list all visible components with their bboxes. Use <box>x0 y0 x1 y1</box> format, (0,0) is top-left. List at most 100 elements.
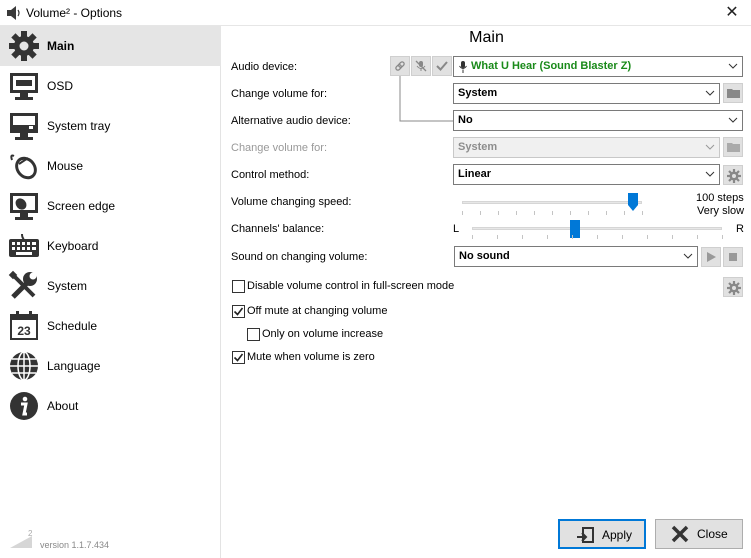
slider-tick <box>472 235 473 239</box>
speed-slider-thumb[interactable] <box>628 193 638 211</box>
stop-icon <box>729 253 737 261</box>
sidebar-item-osd[interactable]: OSD <box>0 66 221 106</box>
microphone-icon <box>459 61 467 73</box>
sidebar-item-system-tray[interactable]: System tray <box>0 106 221 146</box>
sound-select[interactable]: No sound <box>454 246 698 267</box>
slider-tick <box>722 235 723 239</box>
balance-slider-track[interactable] <box>472 227 722 230</box>
sidebar-item-label: Keyboard <box>47 239 99 253</box>
only-increase-checkbox-label: Only on volume increase <box>262 328 384 340</box>
slider-tick <box>597 235 598 239</box>
off-mute-checkbox-label: Off mute at changing volume <box>247 305 388 317</box>
control-method-select[interactable]: Linear <box>453 164 720 185</box>
mic-off-icon <box>415 60 427 72</box>
change-volume-for-alt-select[interactable]: System <box>453 137 720 158</box>
off-mute-checkbox[interactable] <box>232 305 245 318</box>
sidebar-item-screen-edge[interactable]: Screen edge <box>0 186 221 226</box>
balance-left-label: L <box>453 223 460 235</box>
alt-audio-device-value: No <box>458 114 473 126</box>
sidebar-item-label: Language <box>47 359 101 373</box>
sidebar-item-label: Screen edge <box>47 199 116 213</box>
confirm-device-button[interactable] <box>432 56 452 76</box>
slider-tick <box>588 211 589 215</box>
sidebar-item-label: About <box>47 399 79 413</box>
slider-tick <box>462 211 463 215</box>
mic-mute-button[interactable] <box>411 56 431 76</box>
checkmark-icon <box>233 307 244 316</box>
stop-sound-button[interactable] <box>723 247 743 267</box>
only-increase-checkbox[interactable] <box>247 328 260 341</box>
slider-tick <box>624 211 625 215</box>
slider-tick <box>672 235 673 239</box>
slider-tick <box>516 211 517 215</box>
slider-tick <box>534 211 535 215</box>
close-label: Close <box>697 527 728 541</box>
sidebar-item-system[interactable]: System <box>0 266 221 306</box>
slider-tick <box>642 211 643 215</box>
speed-label: Volume changing speed: <box>231 196 352 208</box>
change-volume-for-value: System <box>458 87 498 99</box>
speed-caption: Very slow <box>697 205 745 217</box>
change-volume-for-select[interactable]: System <box>453 83 720 104</box>
sidebar-item-label: Schedule <box>47 319 98 333</box>
close-icon <box>671 525 689 543</box>
balance-slider-thumb[interactable] <box>569 220 580 238</box>
alt-audio-device-label: Alternative audio device: <box>231 115 351 127</box>
speed-slider-track[interactable] <box>462 201 642 204</box>
mute-zero-checkbox[interactable] <box>232 351 245 364</box>
folder-icon <box>727 143 740 152</box>
sidebar-item-label: System <box>47 279 88 293</box>
fullscreen-settings-button[interactable] <box>723 277 743 297</box>
chevron-down-icon <box>683 253 693 259</box>
sidebar-item-label: OSD <box>47 79 74 93</box>
page-title: Main <box>469 29 504 46</box>
sound-value: No sound <box>459 250 510 262</box>
speed-steps: 100 steps <box>696 192 744 204</box>
mute-zero-checkbox-label: Mute when volume is zero <box>247 351 375 363</box>
title-bar: Volume² - Options ✕ <box>0 0 751 26</box>
alt-audio-device-select[interactable]: No <box>453 110 743 131</box>
sound-label: Sound on changing volume: <box>231 251 368 263</box>
mouse-icon <box>10 154 37 180</box>
audio-device-label: Audio device: <box>231 61 298 73</box>
browse-app-button[interactable] <box>723 83 743 103</box>
chevron-down-icon <box>728 63 738 69</box>
window-close-button[interactable]: ✕ <box>717 2 747 24</box>
close-button[interactable]: Close <box>655 519 743 549</box>
sidebar-item-main[interactable]: Main <box>0 26 221 66</box>
sidebar-item-keyboard[interactable]: Keyboard <box>0 226 221 266</box>
fullscreen-checkbox[interactable] <box>232 280 245 293</box>
sidebar-item-label: Main <box>47 39 75 53</box>
gear-icon <box>9 31 39 61</box>
slider-tick <box>606 211 607 215</box>
speaker-app-icon <box>7 6 20 20</box>
slider-tick <box>697 235 698 239</box>
slider-tick <box>547 235 548 239</box>
slider-tick <box>570 211 571 215</box>
info-icon <box>10 392 38 420</box>
screen-edge-icon <box>10 193 38 220</box>
sidebar-item-language[interactable]: Language <box>0 346 221 386</box>
apply-button[interactable]: Apply <box>558 519 646 549</box>
link-button[interactable] <box>390 56 410 76</box>
control-method-value: Linear <box>458 168 492 180</box>
slider-tick <box>522 235 523 239</box>
sidebar-item-schedule[interactable]: 23 Schedule <box>0 306 221 346</box>
audio-device-select[interactable]: What U Hear (Sound Blaster Z) <box>453 56 743 77</box>
slider-tick <box>497 235 498 239</box>
change-volume-for-label: Change volume for: <box>231 88 327 100</box>
play-icon <box>707 252 716 262</box>
audio-device-value: What U Hear (Sound Blaster Z) <box>471 60 632 72</box>
play-sound-button[interactable] <box>701 247 721 267</box>
chevron-down-icon <box>705 171 715 177</box>
globe-icon <box>10 351 38 381</box>
browse-alt-app-button[interactable] <box>723 137 743 157</box>
wrench-screwdriver-icon <box>8 270 37 299</box>
control-method-settings-button[interactable] <box>723 165 743 185</box>
main-panel: Main Audio device: What U Hear (Sound Bl… <box>222 26 751 558</box>
change-volume-for-alt-label: Change volume for: <box>231 142 327 154</box>
sidebar-item-about[interactable]: About <box>0 386 221 426</box>
slider-tick <box>552 211 553 215</box>
change-volume-for-alt-value: System <box>458 141 498 153</box>
sidebar-item-mouse[interactable]: Mouse <box>0 146 221 186</box>
